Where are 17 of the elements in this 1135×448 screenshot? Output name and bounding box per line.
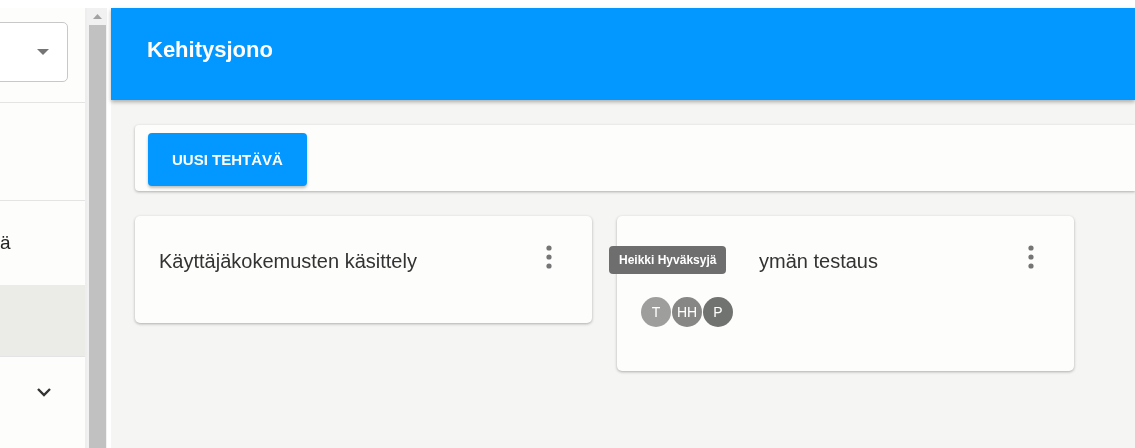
task-title: Käyttäjäkokemusten käsittely [159, 250, 417, 273]
task-card[interactable]: Käyttäjäkokemusten käsittely [135, 216, 592, 323]
sidebar-item[interactable]: ä [0, 201, 85, 285]
dropdown-field[interactable] [0, 22, 68, 82]
avatar[interactable]: T [641, 297, 671, 327]
tooltip: Heikki Hyväksyjä [609, 246, 727, 274]
scroll-up-icon[interactable] [92, 14, 102, 19]
avatar[interactable]: P [703, 297, 733, 327]
sidebar-item[interactable] [0, 285, 85, 357]
avatar[interactable]: HH [672, 297, 702, 327]
more-options-icon[interactable] [1028, 244, 1034, 269]
more-options-icon[interactable] [546, 244, 552, 269]
task-title: ymän testaus [759, 250, 878, 273]
chevron-down-icon[interactable] [37, 387, 51, 397]
page-title: Kehitysjono [147, 37, 273, 63]
dropdown-caret-icon [37, 49, 49, 55]
new-task-button[interactable]: UUSI TEHTÄVÄ [148, 133, 307, 186]
